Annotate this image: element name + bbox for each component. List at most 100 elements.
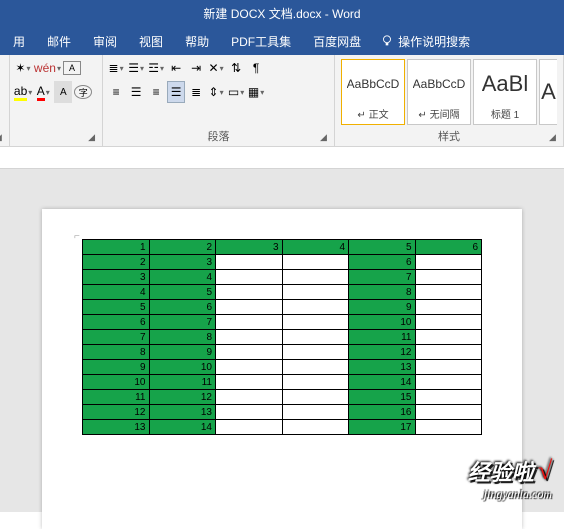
shading-button[interactable]: ▭ — [227, 81, 245, 103]
table-cell[interactable] — [216, 420, 283, 435]
distribute-button[interactable]: ≣ — [187, 81, 205, 103]
style-normal[interactable]: AaBbCcD ↵ 正文 — [341, 59, 405, 125]
style-heading1[interactable]: AaBl 标题 1 — [473, 59, 537, 125]
paragraph-launcher-icon[interactable]: ◢ — [320, 132, 332, 144]
table-cell[interactable] — [415, 285, 482, 300]
table-cell[interactable]: 3 — [149, 255, 216, 270]
table-cell[interactable] — [216, 360, 283, 375]
table-cell[interactable]: 5 — [149, 285, 216, 300]
table-row[interactable]: 23 6 — [83, 255, 482, 270]
table-row[interactable]: 101114 — [83, 375, 482, 390]
table-cell[interactable]: 4 — [149, 270, 216, 285]
menu-item-review[interactable]: 审阅 — [82, 33, 128, 50]
table-cell[interactable]: 2 — [83, 255, 150, 270]
table-cell[interactable] — [282, 375, 349, 390]
font-effects-button[interactable]: ✶ — [14, 57, 32, 79]
table-cell[interactable]: 13 — [349, 360, 416, 375]
menu-item-0[interactable]: 用 — [2, 33, 36, 50]
table-cell[interactable] — [282, 255, 349, 270]
table-cell[interactable]: 12 — [83, 405, 150, 420]
align-right-button[interactable]: ≡ — [147, 81, 165, 103]
table-cell[interactable] — [415, 255, 482, 270]
table-cell[interactable]: 3 — [83, 270, 150, 285]
table-cell[interactable]: 6 — [349, 255, 416, 270]
highlight-button[interactable]: ab — [14, 81, 32, 103]
table-cell[interactable]: 16 — [349, 405, 416, 420]
table-cell[interactable] — [415, 390, 482, 405]
font-color-button[interactable]: A — [34, 81, 52, 103]
table-cell[interactable] — [282, 330, 349, 345]
table-cell[interactable]: 10 — [349, 315, 416, 330]
table-cell[interactable] — [415, 375, 482, 390]
table-cell[interactable]: 7 — [149, 315, 216, 330]
table-row[interactable]: 78 11 — [83, 330, 482, 345]
table-cell[interactable] — [282, 390, 349, 405]
clipboard-launcher-icon[interactable]: ◢ — [0, 132, 7, 144]
table-cell[interactable] — [415, 360, 482, 375]
table-cell[interactable]: 9 — [149, 345, 216, 360]
menu-item-mail[interactable]: 邮件 — [36, 33, 82, 50]
table-cell[interactable]: 8 — [149, 330, 216, 345]
sort-button[interactable]: ⇅ — [227, 57, 245, 79]
table-cell[interactable] — [415, 315, 482, 330]
table-cell[interactable]: 6 — [149, 300, 216, 315]
table-cell[interactable]: 14 — [149, 420, 216, 435]
show-marks-button[interactable]: ¶ — [247, 57, 265, 79]
table-cell[interactable] — [282, 360, 349, 375]
table-cell[interactable] — [415, 420, 482, 435]
page[interactable]: ⌐ 12345623634745856967107811891291013101… — [42, 209, 522, 529]
tell-me-search[interactable]: 操作说明搜索 — [380, 33, 470, 50]
decrease-indent-button[interactable]: ⇤ — [167, 57, 185, 79]
table-cell[interactable]: 8 — [83, 345, 150, 360]
table-cell[interactable] — [216, 315, 283, 330]
table-cell[interactable]: 10 — [83, 375, 150, 390]
table-cell[interactable] — [282, 285, 349, 300]
table-cell[interactable] — [282, 300, 349, 315]
increase-indent-button[interactable]: ⇥ — [187, 57, 205, 79]
menu-item-help[interactable]: 帮助 — [174, 33, 220, 50]
table-cell[interactable]: 7 — [83, 330, 150, 345]
table-cell[interactable] — [282, 315, 349, 330]
table-cell[interactable]: 7 — [349, 270, 416, 285]
table-cell[interactable]: 13 — [83, 420, 150, 435]
table-cell[interactable] — [415, 405, 482, 420]
table-cell[interactable]: 10 — [149, 360, 216, 375]
line-spacing-button[interactable]: ⇕ — [207, 81, 225, 103]
table-cell[interactable] — [415, 270, 482, 285]
table-cell[interactable]: 11 — [349, 330, 416, 345]
table-cell[interactable]: 17 — [349, 420, 416, 435]
table-row[interactable]: 89 12 — [83, 345, 482, 360]
table-row[interactable]: 569 — [83, 300, 482, 315]
numbering-button[interactable]: ☰ — [127, 57, 145, 79]
style-more[interactable]: A — [539, 59, 557, 125]
phonetic-guide-button[interactable]: wén — [34, 57, 61, 79]
table-cell[interactable] — [282, 345, 349, 360]
table-cell[interactable] — [415, 300, 482, 315]
table-cell[interactable]: 12 — [349, 345, 416, 360]
asian-layout-button[interactable]: ✕ — [207, 57, 225, 79]
table-cell[interactable]: 3 — [216, 240, 283, 255]
table-cell[interactable] — [282, 420, 349, 435]
menu-item-pdftools[interactable]: PDF工具集 — [220, 33, 302, 50]
menu-item-view[interactable]: 视图 — [128, 33, 174, 50]
enclose-char-button[interactable]: 字 — [74, 85, 92, 99]
table-cell[interactable]: 12 — [149, 390, 216, 405]
table-row[interactable]: 458 — [83, 285, 482, 300]
table-cell[interactable] — [216, 300, 283, 315]
table-cell[interactable] — [216, 375, 283, 390]
table-cell[interactable]: 6 — [415, 240, 482, 255]
table-cell[interactable] — [216, 255, 283, 270]
bullets-button[interactable]: ≣ — [107, 57, 125, 79]
table-cell[interactable]: 5 — [349, 240, 416, 255]
table-row[interactable]: 121316 — [83, 405, 482, 420]
table-cell[interactable]: 4 — [83, 285, 150, 300]
align-center-button[interactable]: ☰ — [127, 81, 145, 103]
multilevel-button[interactable]: ☲ — [147, 57, 165, 79]
table-cell[interactable]: 9 — [83, 360, 150, 375]
table-cell[interactable] — [282, 270, 349, 285]
style-nospacing[interactable]: AaBbCcD ↵ 无间隔 — [407, 59, 471, 125]
table-cell[interactable]: 5 — [83, 300, 150, 315]
styles-launcher-icon[interactable]: ◢ — [549, 132, 561, 144]
char-border-button[interactable]: A — [63, 61, 81, 75]
table-cell[interactable] — [216, 405, 283, 420]
